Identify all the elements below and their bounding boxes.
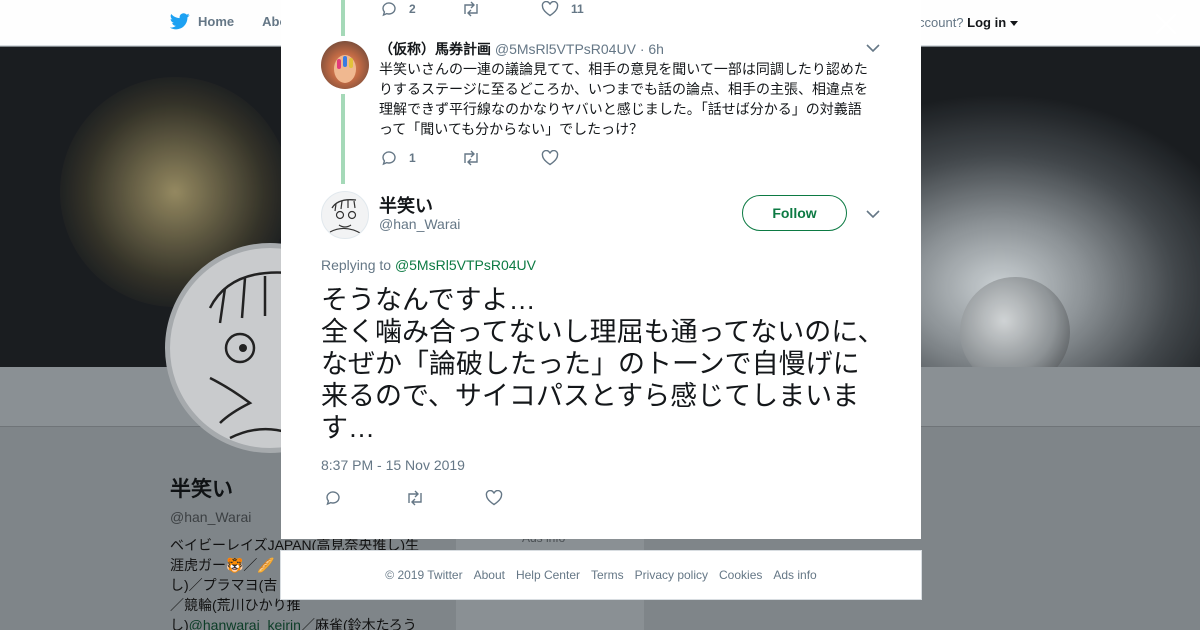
like-action[interactable] (541, 150, 621, 166)
reply-author-name[interactable]: （仮称）馬券計画 (379, 41, 491, 57)
nav-home-label: Home (198, 14, 235, 29)
retweet-action[interactable] (461, 150, 541, 166)
bio-line: し)@hanwarai_keirin／麻雀(鈴木たろう (170, 615, 440, 630)
avatar-drawing (329, 199, 363, 235)
retweet-icon (464, 150, 478, 166)
replying-to-link[interactable]: @5MsRl5VTPsR04UV (395, 257, 536, 273)
prev-tweet-actions: 2 11 (381, 1, 621, 17)
twitter-bird-icon (170, 13, 190, 30)
account-area: ccount? Log in (918, 15, 1018, 30)
reply-tweet-header: （仮称）馬券計画 @5MsRl5VTPsR04UV · 6h (379, 39, 664, 59)
reply-tweet-actions: 1 (381, 150, 621, 166)
chevron-down-icon[interactable] (866, 43, 880, 53)
main-author-name[interactable]: 半笑い (379, 192, 433, 218)
reply-action[interactable] (325, 490, 405, 506)
like-icon (541, 150, 559, 166)
reply-icon (326, 491, 340, 506)
reply-author-handle[interactable]: @5MsRl5VTPsR04UV (495, 41, 636, 57)
thread-connector-line (341, 94, 345, 184)
main-tweet-text: そうなんですよ… 全く噛み合ってないし理屈も通ってないのに、なぜか「論破したった… (321, 285, 885, 443)
tweet-timestamp[interactable]: 8:37 PM - 15 Nov 2019 (321, 457, 465, 473)
footer-link-privacy[interactable]: Privacy policy (635, 568, 708, 582)
reply-separator: · (639, 41, 645, 57)
reply-action[interactable]: 1 (381, 150, 461, 166)
bio-link-suffix: ／麻雀(鈴木たろう (300, 617, 417, 630)
chevron-down-icon[interactable] (866, 209, 880, 219)
bio-link-prefix: し) (170, 617, 189, 630)
reply-icon (382, 151, 396, 166)
replying-to: Replying to @5MsRl5VTPsR04UV (321, 257, 536, 273)
like-icon (541, 1, 559, 17)
reply-author-avatar[interactable] (321, 41, 369, 89)
footer-copyright: © 2019 Twitter (385, 568, 463, 582)
main-tweet-actions (325, 490, 565, 506)
avatar-photo (334, 55, 356, 83)
nav-home[interactable]: Home (170, 13, 234, 30)
nav-links: Home Abo (170, 13, 287, 30)
footer-link-ads-info[interactable]: Ads info (773, 568, 816, 582)
thread-connector-line (341, 0, 345, 36)
retweet-icon (464, 1, 478, 17)
reply-action[interactable]: 2 (381, 1, 461, 17)
retweet-action[interactable] (405, 490, 485, 506)
footer-link-terms[interactable]: Terms (591, 568, 624, 582)
chevron-down-icon (1009, 20, 1018, 26)
reply-count: 2 (409, 2, 416, 16)
retweet-action[interactable] (461, 1, 541, 17)
follow-button[interactable]: Follow (742, 195, 847, 231)
footer-link-about[interactable]: About (474, 568, 505, 582)
login-link[interactable]: Log in (967, 15, 1006, 30)
main-author-avatar[interactable] (321, 191, 369, 239)
reply-time[interactable]: 6h (648, 41, 664, 57)
footer-link-help-center[interactable]: Help Center (516, 568, 580, 582)
reply-count: 1 (409, 151, 416, 165)
like-icon (485, 490, 503, 506)
close-icon[interactable] (1154, 12, 1178, 36)
like-action[interactable] (485, 490, 565, 506)
like-count: 11 (571, 2, 584, 16)
main-author-handle[interactable]: @han_Warai (379, 216, 460, 232)
bio-link[interactable]: @hanwarai_keirin (189, 617, 301, 630)
like-action[interactable]: 11 (541, 1, 621, 17)
reply-tweet-text: 半笑いさんの一連の議論見てて、相手の意見を聞いて一部は同調したり認めたりするステ… (379, 61, 869, 137)
retweet-icon (408, 490, 422, 506)
replying-prefix: Replying to (321, 257, 392, 273)
account-prompt: ccount? (918, 15, 964, 30)
reply-icon (382, 2, 396, 17)
footer-link-cookies[interactable]: Cookies (719, 568, 762, 582)
tweet-permalink-modal: 2 11 （仮称）馬券計画 @5MsRl5VTPsR04UV · 6h 半笑いさ… (281, 0, 921, 539)
modal-footer: © 2019 Twitter About Help Center Terms P… (280, 550, 922, 600)
